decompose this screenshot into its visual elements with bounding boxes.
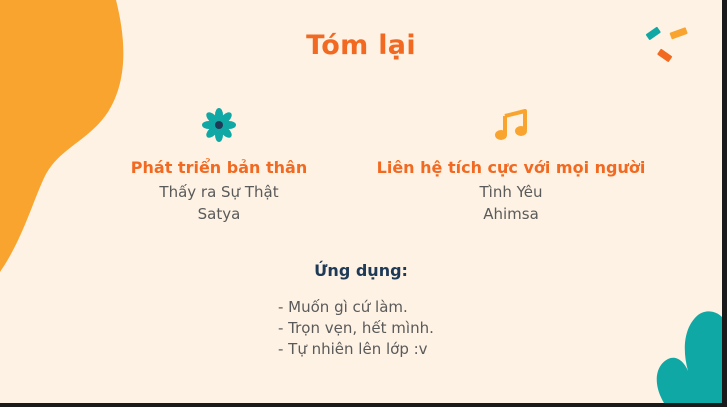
truth-text: Thấy ra Sự Thật xyxy=(159,183,279,201)
satya-text: Satya xyxy=(197,205,241,223)
slide: Tóm lại Phát triển bản thân Thấy ra Sự T… xyxy=(0,0,722,403)
music-note-icon xyxy=(361,108,661,142)
love-text: Tình Yêu xyxy=(479,183,543,201)
self-development-column: Phát triển bản thân Thấy ra Sự Thật Saty… xyxy=(69,108,369,225)
application-heading: Ứng dụng: xyxy=(314,261,408,280)
positive-relationship-heading: Liên hệ tích cực với mọi người xyxy=(376,158,646,177)
window-frame-right xyxy=(722,0,727,407)
positive-relationship-column: Liên hệ tích cực với mọi người Tình Yêu … xyxy=(361,108,661,225)
flower-icon xyxy=(69,108,369,142)
window-frame-bottom xyxy=(0,403,727,407)
ahimsa-text: Ahimsa xyxy=(483,205,539,223)
list-item: - Trọn vẹn, hết mình. xyxy=(278,319,434,337)
confetti-decoration xyxy=(645,26,688,62)
self-development-heading: Phát triển bản thân xyxy=(130,158,308,177)
list-item: - Tự nhiên lên lớp :v xyxy=(278,340,428,358)
slide-title: Tóm lại xyxy=(306,30,416,61)
application-list: - Muốn gì cứ làm. - Trọn vẹn, hết mình. … xyxy=(278,297,434,360)
list-item: - Muốn gì cứ làm. xyxy=(278,298,408,316)
teal-leaf-decoration xyxy=(656,311,722,403)
